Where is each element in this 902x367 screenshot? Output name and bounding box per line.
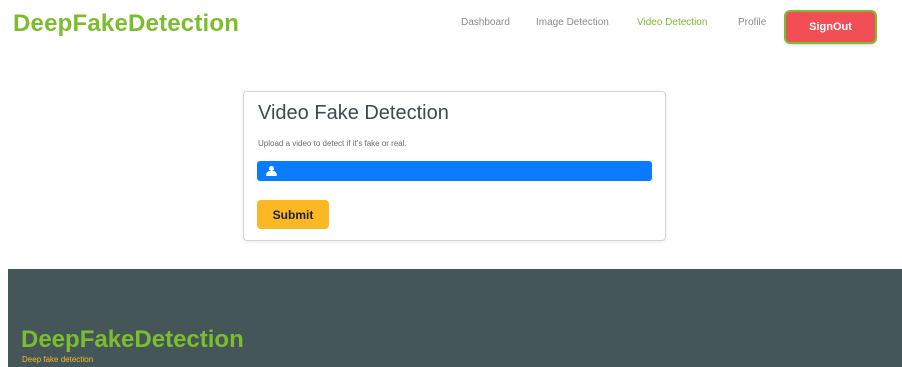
signout-button[interactable]: SignOut bbox=[786, 12, 875, 42]
nav-link-image-detection[interactable]: Image Detection bbox=[536, 17, 609, 28]
user-icon bbox=[266, 166, 277, 176]
nav-link-dashboard[interactable]: Dashboard bbox=[461, 17, 510, 28]
card-description: Upload a video to detect if it's fake or… bbox=[258, 139, 407, 148]
submit-button[interactable]: Submit bbox=[257, 200, 329, 229]
card-title: Video Fake Detection bbox=[258, 102, 449, 124]
video-file-input[interactable] bbox=[257, 161, 652, 181]
footer-brand: DeepFakeDetection bbox=[21, 326, 244, 353]
nav-link-video-detection[interactable]: Video Detection bbox=[637, 17, 707, 28]
video-detection-card: Video Fake Detection Upload a video to d… bbox=[243, 91, 666, 241]
top-navbar: DeepFakeDetection Dashboard Image Detect… bbox=[0, 0, 902, 50]
footer-tagline: Deep fake detection bbox=[22, 355, 94, 364]
nav-link-profile[interactable]: Profile bbox=[738, 17, 766, 28]
nav-menu: Dashboard Image Detection Video Detectio… bbox=[0, 17, 902, 33]
footer: DeepFakeDetection Deep fake detection bbox=[8, 269, 902, 367]
